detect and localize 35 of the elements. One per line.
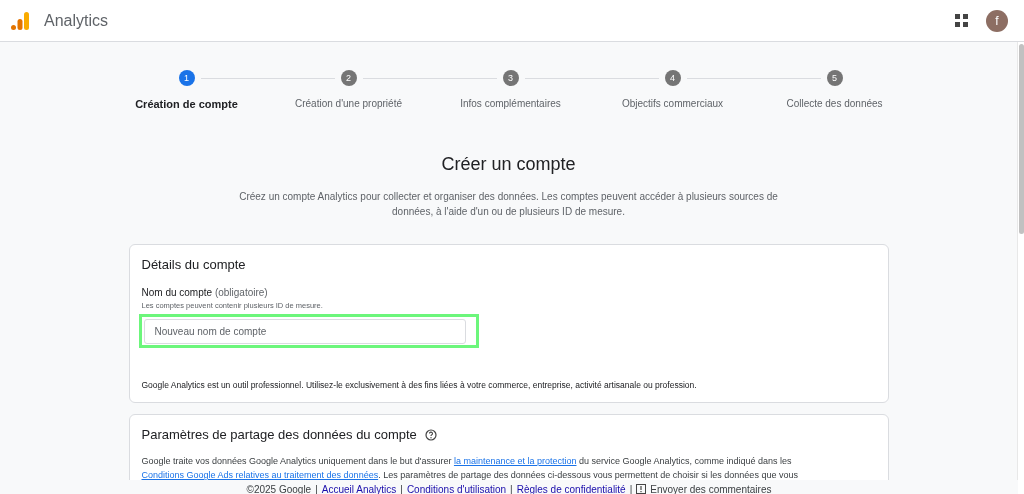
step-number: 5: [826, 70, 843, 86]
app-title: Analytics: [44, 11, 110, 30]
separator: |: [629, 483, 633, 494]
step-label: Objectifs commerciaux: [621, 98, 724, 109]
text-link[interactable]: la maintenance et la protection: [453, 456, 577, 466]
field-label: Nom du compte (obligatoire): [141, 287, 269, 298]
account-name-field[interactable]: Nouveau nom de compte: [143, 318, 466, 344]
separator: |: [510, 483, 513, 494]
usage-note: Google Analytics est un outil professionnel. Utilisez-le exclusivement à des fins liées à votre commerce, entreprise, activité artisanale ou profession.: [141, 380, 698, 390]
feedback-button[interactable]: Envoyer des commentaires: [636, 483, 772, 494]
separator: |: [315, 483, 318, 494]
analytics-logo-icon: [10, 10, 30, 31]
page-heading: Créer un compte: [441, 154, 576, 175]
step-label: Infos complémentaires: [460, 98, 561, 109]
step-label: Création d'une propriété: [295, 98, 402, 109]
feedback-icon: [636, 484, 647, 494]
card-title: Paramètres de partage des données du compte: [141, 427, 417, 442]
scrollbar-thumb[interactable]: [1018, 44, 1024, 234]
intro-text: Créez un compte Analytics pour collecter et organiser des données. Les comptes peuvent accéder à plusieurs sources de données, à l'aide d'un ou de plusieurs ID de mesure.: [238, 190, 779, 219]
step-number: 2: [340, 70, 357, 86]
step-number: 4: [664, 70, 681, 86]
avatar[interactable]: f: [986, 9, 1008, 32]
sharing-text: Google traite vos données Google Analytics uniquement dans le but d'assurer la maintenance et la protection du service Google Analytics, comme indiqué dans les Conditions Google Ads relatives au traitement des données. Les paramètres de partage des données ci-dessous vous permettent de choisir si les données que vous: [141, 455, 799, 482]
footer-link[interactable]: Conditions d'utilisation: [406, 483, 507, 494]
step-label: Création de compte: [135, 98, 238, 110]
copyright: ©2025 Google: [246, 483, 312, 494]
step-label: Collecte des données: [786, 98, 883, 109]
card-title: Détails du compte: [141, 257, 247, 272]
footer-link[interactable]: Règles de confidentialité: [516, 483, 626, 494]
separator: |: [400, 483, 403, 494]
help-icon[interactable]: [424, 428, 437, 441]
step-number: 1: [178, 70, 195, 86]
footer-link[interactable]: Accueil Analytics: [321, 483, 397, 494]
apps-grid-icon[interactable]: [955, 14, 968, 27]
step-number: 3: [502, 70, 519, 86]
